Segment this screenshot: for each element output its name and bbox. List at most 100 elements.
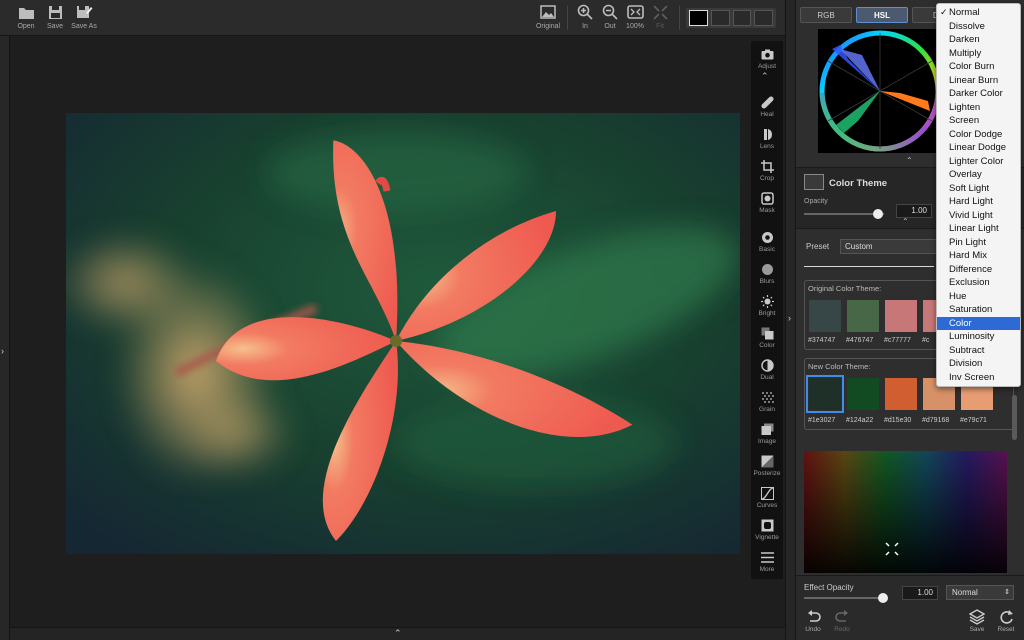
- original-button[interactable]: Original: [531, 3, 565, 30]
- original-swatch-hex: #374747: [808, 337, 836, 344]
- menu-item-hue[interactable]: Hue: [937, 290, 1020, 304]
- menu-item-linear-burn[interactable]: Linear Burn: [937, 74, 1020, 88]
- tool-color[interactable]: Color: [751, 326, 783, 349]
- menu-item-hard-mix[interactable]: Hard Mix: [937, 249, 1020, 263]
- original-label: Original: [535, 23, 561, 30]
- tool-posterize[interactable]: Posterize: [751, 454, 783, 477]
- menu-item-linear-dodge[interactable]: Linear Dodge: [937, 141, 1020, 155]
- adjustment-tool-column: ⌃ Adjust Heal Lens Crop Mask Basic Blurs Bright…: [751, 41, 783, 579]
- preset-label: Preset: [806, 242, 830, 251]
- tool-dual[interactable]: Dual: [751, 358, 783, 381]
- tool-blurs[interactable]: Blurs: [751, 262, 783, 285]
- menu-item-screen[interactable]: Screen: [937, 114, 1020, 128]
- chevron-up-icon[interactable]: ⌃: [902, 217, 909, 226]
- tool-basic[interactable]: Basic: [751, 230, 783, 253]
- tool-label: Lens: [759, 143, 775, 150]
- menu-item-exclusion[interactable]: Exclusion: [937, 276, 1020, 290]
- menu-item-lighter-color[interactable]: Lighter Color: [937, 155, 1020, 169]
- reset-button[interactable]: Reset: [993, 609, 1019, 633]
- layout-split-vertical-button[interactable]: [710, 10, 730, 26]
- image-canvas[interactable]: [10, 37, 785, 627]
- app-window: Open Save Save As Original In Out 100% F…: [0, 0, 1024, 640]
- menu-item-overlay[interactable]: Overlay: [937, 168, 1020, 182]
- opacity-slider-knob[interactable]: [873, 209, 883, 219]
- redo-button[interactable]: Redo: [829, 609, 855, 633]
- top-toolbar: Open Save Save As Original In Out 100% F…: [0, 0, 796, 36]
- layout-single-button[interactable]: [689, 10, 708, 26]
- menu-item-darken[interactable]: Darken: [937, 33, 1020, 47]
- tool-lens[interactable]: Lens: [751, 127, 783, 150]
- menu-item-luminosity[interactable]: Luminosity: [937, 330, 1020, 344]
- bandage-icon: [760, 95, 774, 109]
- right-panel-toggle[interactable]: ›: [785, 0, 796, 640]
- save-stack-button[interactable]: Save: [964, 609, 990, 633]
- chevron-up-icon[interactable]: ⌃: [906, 156, 913, 165]
- tool-heal[interactable]: Heal: [751, 95, 783, 118]
- color-icon: [760, 326, 774, 340]
- tool-image[interactable]: Image: [751, 422, 783, 445]
- left-panel-toggle[interactable]: ›: [0, 36, 10, 640]
- tool-grain[interactable]: Grain: [751, 390, 783, 413]
- save-as-button[interactable]: Save As: [67, 3, 101, 30]
- opacity-slider-track[interactable]: [804, 213, 884, 215]
- new-swatch[interactable]: [806, 375, 844, 413]
- tool-vignette[interactable]: Vignette: [751, 518, 783, 541]
- menu-item-label: Multiply: [949, 47, 982, 59]
- tool-mask[interactable]: Mask: [751, 191, 783, 214]
- tool-curves[interactable]: Curves: [751, 486, 783, 509]
- tool-adjust[interactable]: Adjust: [751, 47, 783, 70]
- bottom-panel-toggle[interactable]: ⌃: [10, 627, 785, 640]
- menu-item-lighten[interactable]: Lighten: [937, 101, 1020, 115]
- menu-item-subtract[interactable]: Subtract: [937, 344, 1020, 358]
- tool-crop[interactable]: Crop: [751, 159, 783, 182]
- menu-item-inv-screen[interactable]: Inv Screen: [937, 371, 1020, 385]
- menu-item-vivid-light[interactable]: Vivid Light: [937, 209, 1020, 223]
- menu-item-darker-color[interactable]: Darker Color: [937, 87, 1020, 101]
- menu-item-color[interactable]: Color: [937, 316, 1020, 330]
- menu-item-label: Vivid Light: [949, 209, 993, 221]
- menu-item-color-dodge[interactable]: Color Dodge: [937, 128, 1020, 142]
- menu-item-multiply[interactable]: Multiply: [937, 47, 1020, 61]
- fit-button[interactable]: Fit: [643, 3, 677, 30]
- menu-item-label: Darker Color: [949, 88, 1003, 99]
- original-swatch[interactable]: [847, 300, 879, 332]
- menu-item-linear-light[interactable]: Linear Light: [937, 222, 1020, 236]
- opacity-value-field[interactable]: 1.00: [896, 204, 932, 218]
- tab-hsl[interactable]: HSL: [856, 7, 908, 23]
- menu-item-dissolve[interactable]: Dissolve: [937, 20, 1020, 34]
- new-swatch[interactable]: [847, 378, 879, 410]
- blend-mode-select[interactable]: Normal ⇕: [946, 585, 1014, 600]
- chevron-up-icon[interactable]: ⌃: [761, 71, 769, 82]
- new-swatch[interactable]: [885, 378, 917, 410]
- original-swatch-hex: #476747: [846, 337, 874, 344]
- effect-opacity-value-field[interactable]: 1.00: [902, 586, 938, 600]
- menu-item-pin-light[interactable]: Pin Light: [937, 236, 1020, 250]
- tab-rgb[interactable]: RGB: [800, 7, 852, 23]
- camera-icon: [760, 47, 774, 61]
- menu-item-difference[interactable]: Difference: [937, 263, 1020, 277]
- menu-item-division[interactable]: Division: [937, 357, 1020, 371]
- tool-label: Mask: [759, 207, 775, 214]
- preset-select[interactable]: Custom: [840, 239, 940, 254]
- photo-flower: [66, 113, 740, 554]
- undo-button[interactable]: Undo: [800, 609, 826, 633]
- crop-icon: [760, 159, 774, 173]
- menu-item-normal[interactable]: ✓ Normal: [937, 6, 1020, 20]
- basic-icon: [760, 230, 774, 244]
- color-picker-field[interactable]: [804, 451, 1007, 573]
- menu-item-label: Division: [949, 358, 983, 369]
- menu-item-color-burn[interactable]: Color Burn: [937, 60, 1020, 74]
- tool-bright[interactable]: Bright: [751, 294, 783, 317]
- effect-opacity-slider-knob[interactable]: [878, 593, 888, 603]
- effect-opacity-slider-track[interactable]: [804, 597, 884, 599]
- original-swatch[interactable]: [885, 300, 917, 332]
- menu-item-hard-light[interactable]: Hard Light: [937, 195, 1020, 209]
- layout-side-by-side-button[interactable]: [754, 10, 773, 26]
- panel-scrollbar[interactable]: [1012, 395, 1017, 440]
- menu-item-saturation[interactable]: Saturation: [937, 303, 1020, 317]
- menu-item-soft-light[interactable]: Soft Light: [937, 182, 1020, 196]
- layout-split-horizontal-button[interactable]: [732, 10, 752, 26]
- zoom-out-label: Out: [604, 23, 616, 30]
- original-swatch[interactable]: [809, 300, 841, 332]
- tool-more[interactable]: More: [751, 550, 783, 573]
